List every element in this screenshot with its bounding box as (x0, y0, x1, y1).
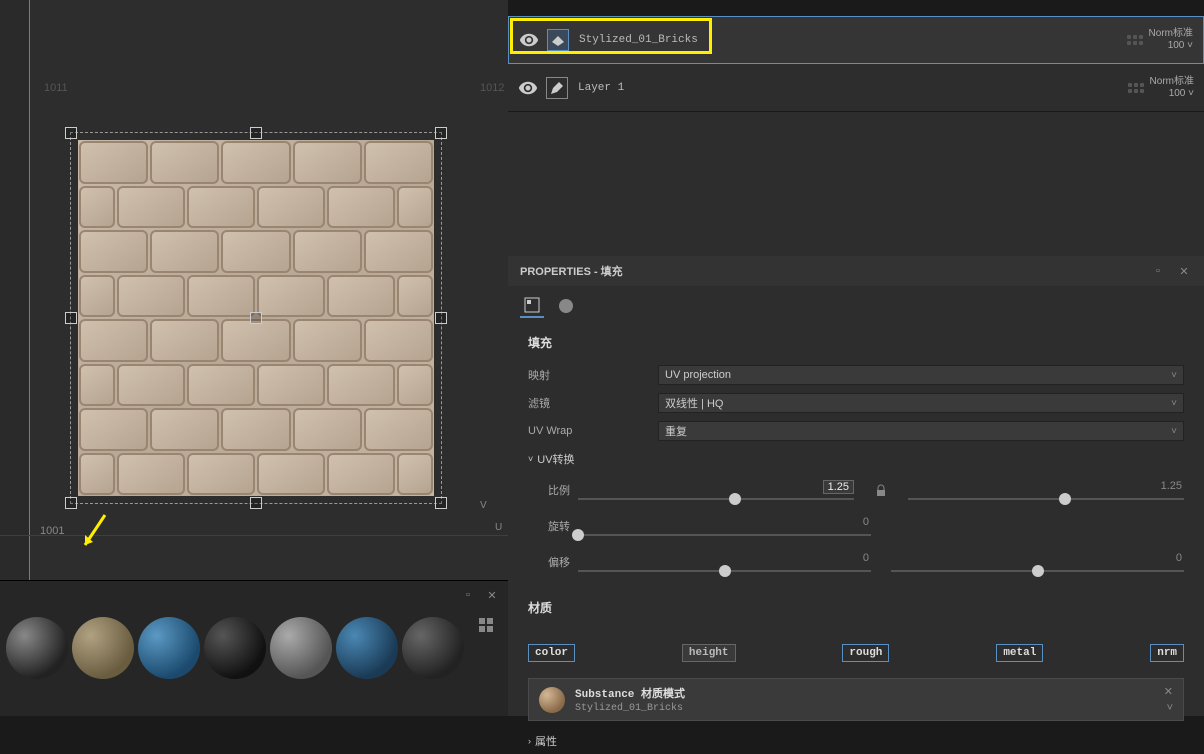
rotation-value[interactable]: 0 (578, 516, 871, 530)
close-icon[interactable]: ✕ (1176, 263, 1192, 279)
properties-tabs (508, 286, 1204, 326)
projection-label: 映射 (528, 367, 658, 383)
scale-value-x[interactable]: 1.25 (823, 480, 854, 494)
scale-slider-y[interactable] (908, 498, 1184, 500)
offset-value-y[interactable]: 0 (891, 552, 1184, 566)
scale-label: 比例 (528, 482, 578, 498)
texture-preview[interactable] (78, 140, 434, 496)
material-section-title: 材质 (528, 599, 1184, 616)
filter-label: 滤镜 (528, 395, 658, 411)
channel-nrm[interactable]: nrm (1150, 644, 1184, 662)
layer-name[interactable]: Layer 1 (578, 82, 624, 94)
shelf-item[interactable] (402, 617, 464, 679)
visibility-icon[interactable] (519, 30, 539, 50)
material-thumb (539, 687, 565, 713)
layers-panel: Stylized_01_Bricks Norm标准 100 ˅ Layer 1 … (508, 16, 1204, 256)
uv-viewport[interactable]: V U 1001 1011 1012 (0, 0, 508, 580)
scale-slider-x[interactable] (578, 498, 854, 500)
properties-panel: PROPERTIES - 填充 ▫ ✕ 填充 映射 UV projection˅… (508, 256, 1204, 716)
shelf-item[interactable] (6, 617, 68, 679)
close-icon[interactable]: ✕ (484, 587, 500, 603)
material-mode-title: Substance 材质模式 (575, 685, 685, 701)
scale-value-y[interactable]: 1.25 (908, 480, 1184, 494)
shelf-item[interactable] (72, 617, 134, 679)
layer-blend-opacity[interactable]: Norm标准 100 ˅ (1150, 76, 1194, 100)
projection-select[interactable]: UV projection˅ (658, 365, 1184, 385)
channel-height[interactable]: height (682, 644, 736, 662)
shelf-item[interactable] (138, 617, 200, 679)
clear-material-icon[interactable]: ✕ (1164, 685, 1173, 698)
tab-sphere-icon[interactable] (554, 294, 578, 318)
layer-name[interactable]: Stylized_01_Bricks (579, 34, 698, 46)
grid-view-icon[interactable] (478, 617, 494, 633)
popout-icon[interactable]: ▫ (1150, 263, 1166, 279)
properties-title: PROPERTIES - 填充 (520, 263, 623, 279)
filter-select[interactable]: 双线性 | HQ˅ (658, 393, 1184, 413)
shelf-item[interactable] (336, 617, 398, 679)
wrap-label: UV Wrap (528, 425, 658, 437)
uv-transform-header[interactable]: ˅UV转换 (528, 451, 1184, 467)
offset-label: 偏移 (528, 554, 578, 570)
annotation-arrow (80, 510, 120, 550)
offset-slider-x[interactable] (578, 570, 871, 572)
layer-row-0[interactable]: Stylized_01_Bricks Norm标准 100 ˅ (508, 16, 1204, 64)
tile-1011: 1011 (44, 82, 68, 94)
drag-handle-icon[interactable] (1128, 83, 1144, 93)
brick-pattern (78, 140, 434, 496)
tab-fill-icon[interactable] (520, 294, 544, 318)
fill-layer-icon[interactable] (547, 29, 569, 51)
rotation-label: 旋转 (528, 518, 578, 534)
visibility-icon[interactable] (518, 78, 538, 98)
axis-v-label: V (480, 500, 487, 511)
material-shelf[interactable] (0, 609, 508, 687)
fill-section-title: 填充 (528, 334, 1184, 351)
attributes-expand[interactable]: ›属性 (508, 729, 1204, 753)
popout-icon[interactable]: ▫ (460, 587, 476, 603)
shelf-item[interactable] (204, 617, 266, 679)
tile-1001: 1001 (40, 525, 64, 537)
material-resource[interactable]: Substance 材质模式 Stylized_01_Bricks ✕ ˅ (528, 678, 1184, 721)
shelf-item[interactable] (270, 617, 332, 679)
axis-v-line (29, 0, 30, 580)
tile-1012: 1012 (480, 82, 504, 94)
drag-handle-icon[interactable] (1127, 35, 1143, 45)
shelf-panel: ▫ ✕ (0, 580, 508, 716)
chevron-down-icon[interactable]: ˅ (1167, 702, 1173, 714)
material-name: Stylized_01_Bricks (575, 703, 685, 714)
properties-header: PROPERTIES - 填充 ▫ ✕ (508, 256, 1204, 286)
paint-layer-icon[interactable] (546, 77, 568, 99)
wrap-select[interactable]: 重复˅ (658, 421, 1184, 441)
rotation-slider[interactable] (578, 534, 871, 536)
offset-slider-y[interactable] (891, 570, 1184, 572)
layer-blend-opacity[interactable]: Norm标准 100 ˅ (1149, 28, 1193, 52)
axis-u-line (0, 535, 508, 536)
axis-u-label: U (495, 522, 502, 533)
lock-icon[interactable] (874, 484, 888, 498)
layer-row-1[interactable]: Layer 1 Norm标准 100 ˅ (508, 64, 1204, 112)
channel-color[interactable]: color (528, 644, 575, 662)
channel-rough[interactable]: rough (842, 644, 889, 662)
channel-metal[interactable]: metal (996, 644, 1043, 662)
offset-value-x[interactable]: 0 (578, 552, 871, 566)
channel-toggles: color height rough metal nrm (508, 636, 1204, 670)
